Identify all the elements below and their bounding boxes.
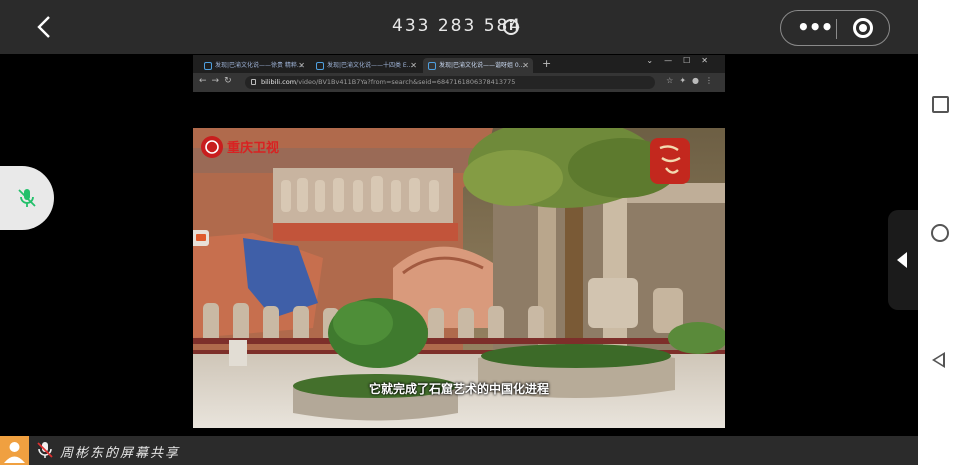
url-text: bilibili.com/video/BV1Bv411B7Ya?from=sea…	[261, 77, 515, 88]
target-icon[interactable]	[853, 18, 873, 38]
channel-logo: 重庆卫视	[201, 136, 279, 158]
triangle-left-icon	[897, 252, 907, 268]
url-host: bilibili.com	[261, 78, 297, 86]
screen-share-status: 周彬东的屏幕共享	[60, 446, 181, 461]
microphone-muted-icon	[37, 442, 53, 458]
browser-tab[interactable]: 发现|巴渝文化说——十四类 E... ✕	[311, 58, 421, 73]
url-path: /video/BV1Bv411B7Ya?from=search&seid=684…	[296, 78, 516, 86]
new-tab-button[interactable]: +	[542, 57, 551, 70]
window-controls[interactable]: ⌄—☐✕	[646, 56, 719, 65]
share-status-bar: 周彬东的屏幕共享	[0, 436, 918, 465]
seal-stamp	[650, 138, 690, 184]
browser-tab[interactable]: 发现|巴渝文化说——徐贵 精粹... ✕	[199, 58, 309, 73]
circle-icon[interactable]	[931, 224, 949, 242]
browser-toolbar-icons[interactable]: ☆✦●⋮	[666, 76, 719, 85]
close-icon[interactable]: ✕	[522, 58, 529, 73]
channel-logo-text: 重庆卫视	[227, 140, 279, 156]
more-dots-icon[interactable]: •••	[797, 17, 833, 37]
browser-tab-strip: 发现|巴渝文化说——徐贵 精粹... ✕ 发现|巴渝文化说——十四类 E... ✕ …	[193, 55, 725, 73]
video-player[interactable]: 重庆卫视 它就完成了石窟艺术的中国化进程	[193, 128, 725, 428]
mute-toggle-button[interactable]	[0, 166, 54, 230]
chevron-left-icon[interactable]	[30, 12, 60, 42]
microphone-muted-icon	[18, 189, 36, 207]
square-icon[interactable]	[932, 96, 949, 113]
browser-tab-active[interactable]: 发现|巴渝文化说——谐呀姐 0... ✕	[423, 58, 533, 73]
browser-nav-buttons[interactable]: ←→↻	[199, 76, 237, 86]
browser-tab-label: 发现|巴渝文化说——十四类 E...	[327, 62, 413, 69]
info-icon[interactable]	[503, 19, 519, 35]
lock-icon	[251, 79, 256, 85]
system-nav-bar	[918, 0, 960, 465]
capsule-divider	[836, 19, 837, 39]
close-icon[interactable]: ✕	[410, 58, 417, 73]
address-bar: ←→↻ bilibili.com/video/BV1Bv411B7Ya?from…	[193, 73, 725, 92]
close-icon[interactable]: ✕	[298, 58, 305, 73]
triangle-back-icon[interactable]	[932, 352, 945, 368]
meeting-top-bar: 433 283 584 •••	[0, 0, 918, 54]
side-panel-toggle[interactable]	[888, 210, 920, 310]
mini-program-capsule: •••	[780, 10, 890, 46]
browser-tab-label: 发现|巴渝文化说——徐贵 精粹...	[215, 62, 303, 69]
shared-screen: 发现|巴渝文化说——徐贵 精粹... ✕ 发现|巴渝文化说——十四类 E... ✕ …	[193, 55, 725, 435]
url-field[interactable]: bilibili.com/video/BV1Bv411B7Ya?from=sea…	[245, 76, 655, 89]
user-avatar-icon[interactable]	[0, 436, 29, 465]
browser-tab-label: 发现|巴渝文化说——谐呀姐 0...	[439, 62, 525, 69]
video-subtitle: 它就完成了石窟艺术的中国化进程	[368, 382, 549, 396]
share-indicator-icon	[193, 230, 209, 246]
